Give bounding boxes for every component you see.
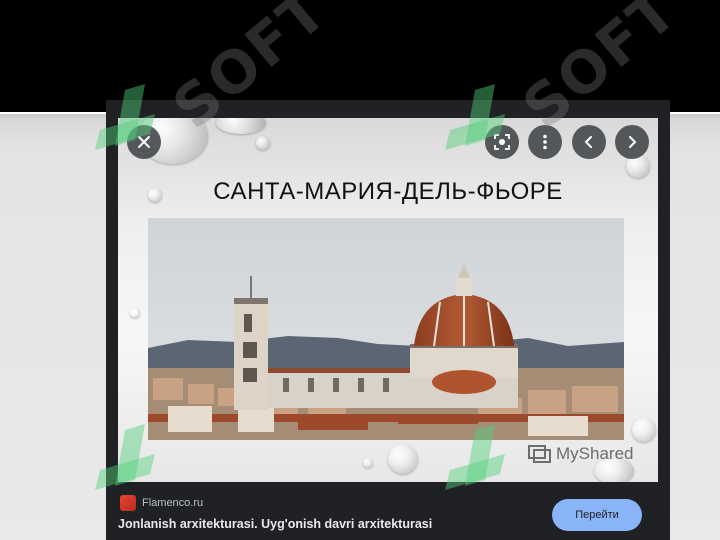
myshared-logo: MyShared	[528, 444, 633, 464]
bubble-decoration	[388, 444, 418, 474]
source-site-name: Flamenco.ru	[142, 497, 204, 509]
bubble-decoration	[363, 458, 373, 468]
bubble-decoration	[256, 136, 270, 150]
cathedral-photo	[148, 218, 624, 440]
bubble-decoration	[216, 118, 266, 134]
preview-image-slide[interactable]: САНТА-МАРИЯ-ДЕЛЬ-ФЬОРЕ MyShared	[118, 118, 658, 482]
image-caption-link[interactable]: Jonlanish arxitekturasi. Uyg'onish davri…	[118, 517, 432, 531]
close-icon	[138, 136, 150, 148]
previous-image-button[interactable]	[572, 125, 606, 159]
chevron-right-icon	[629, 136, 637, 148]
slides-icon	[528, 445, 551, 463]
chevron-left-icon	[584, 136, 592, 148]
close-button[interactable]	[127, 125, 161, 159]
lens-search-button[interactable]	[485, 125, 519, 159]
more-vert-icon	[543, 134, 547, 150]
next-image-button[interactable]	[615, 125, 649, 159]
bubble-decoration	[130, 308, 140, 318]
slide-title: САНТА-МАРИЯ-ДЕЛЬ-ФЬОРЕ	[213, 178, 563, 205]
more-options-button[interactable]	[528, 125, 562, 159]
site-favicon-icon	[120, 495, 136, 511]
bubble-decoration	[632, 418, 656, 442]
lens-icon	[494, 134, 510, 150]
top-black-band	[0, 0, 720, 112]
myshared-text: MyShared	[556, 444, 634, 463]
visit-button[interactable]: Перейти	[552, 499, 642, 531]
source-link[interactable]: Flamenco.ru	[120, 495, 203, 511]
